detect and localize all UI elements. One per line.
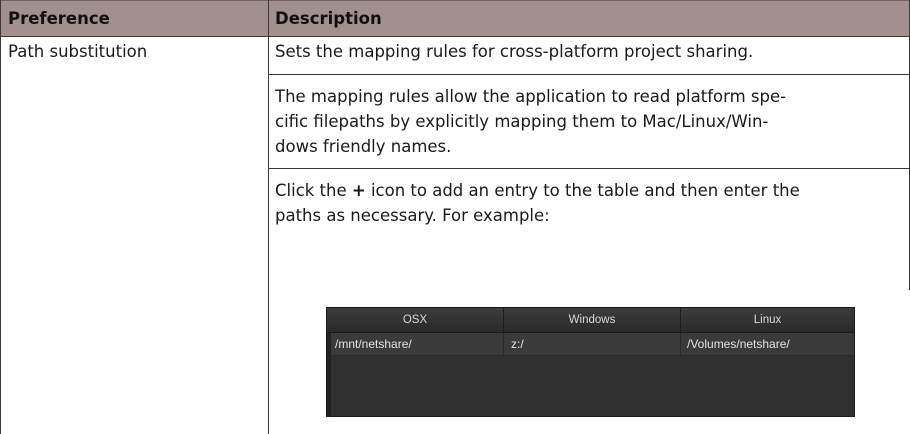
cell-separator bbox=[503, 333, 504, 355]
paragraph-2-line-2: cific filepaths by explicitly mapping th… bbox=[275, 112, 769, 131]
column-windows: Windows bbox=[568, 314, 616, 326]
cell-separator bbox=[680, 333, 681, 355]
example-table-header: OSX Windows Linux bbox=[327, 308, 854, 333]
preferences-table: Preference Description Path substitution… bbox=[0, 0, 910, 434]
paragraph-divider-1 bbox=[268, 74, 910, 75]
cell-osx-path[interactable]: /mnt/netshare/ bbox=[335, 333, 412, 355]
table-edge bbox=[327, 333, 331, 417]
paragraph-3-line-2: paths as necessary. For example: bbox=[275, 206, 550, 225]
column-linux: Linux bbox=[753, 314, 782, 326]
column-osx: OSX bbox=[402, 314, 428, 326]
description-paragraph-3: Click the + icon to add an entry to the … bbox=[275, 178, 905, 228]
cell-windows-path[interactable]: z:/ bbox=[511, 333, 524, 355]
description-paragraph-1: Sets the mapping rules for cross-platfor… bbox=[275, 42, 754, 61]
description-paragraph-2: The mapping rules allow the application … bbox=[275, 84, 905, 159]
paragraph-2-line-3: dows friendly names. bbox=[275, 137, 452, 156]
plus-icon: + bbox=[351, 181, 366, 200]
table-header-row: Preference Description bbox=[0, 0, 910, 36]
table-row[interactable]: /mnt/netshare/ z:/ /Volumes/netshare/ bbox=[327, 333, 854, 356]
paragraph-divider-2 bbox=[268, 168, 910, 169]
table-left-border bbox=[0, 0, 1, 434]
header-bottom-border bbox=[0, 36, 910, 37]
header-preference: Preference bbox=[8, 9, 110, 28]
paragraph-3-line-1: Click the + icon to add an entry to the … bbox=[275, 178, 905, 203]
table-column-divider bbox=[268, 0, 269, 434]
header-description: Description bbox=[275, 9, 382, 28]
path-substitution-example-table: OSX Windows Linux /mnt/netshare/ z:/ /Vo… bbox=[326, 307, 855, 417]
paragraph-2-line-1: The mapping rules allow the application … bbox=[275, 87, 787, 106]
preference-name: Path substitution bbox=[8, 42, 148, 61]
cell-linux-path[interactable]: /Volumes/netshare/ bbox=[687, 333, 790, 355]
paragraph-3-lead: Click the bbox=[275, 181, 352, 200]
paragraph-3-tail: icon to add an entry to the table and th… bbox=[365, 181, 800, 200]
